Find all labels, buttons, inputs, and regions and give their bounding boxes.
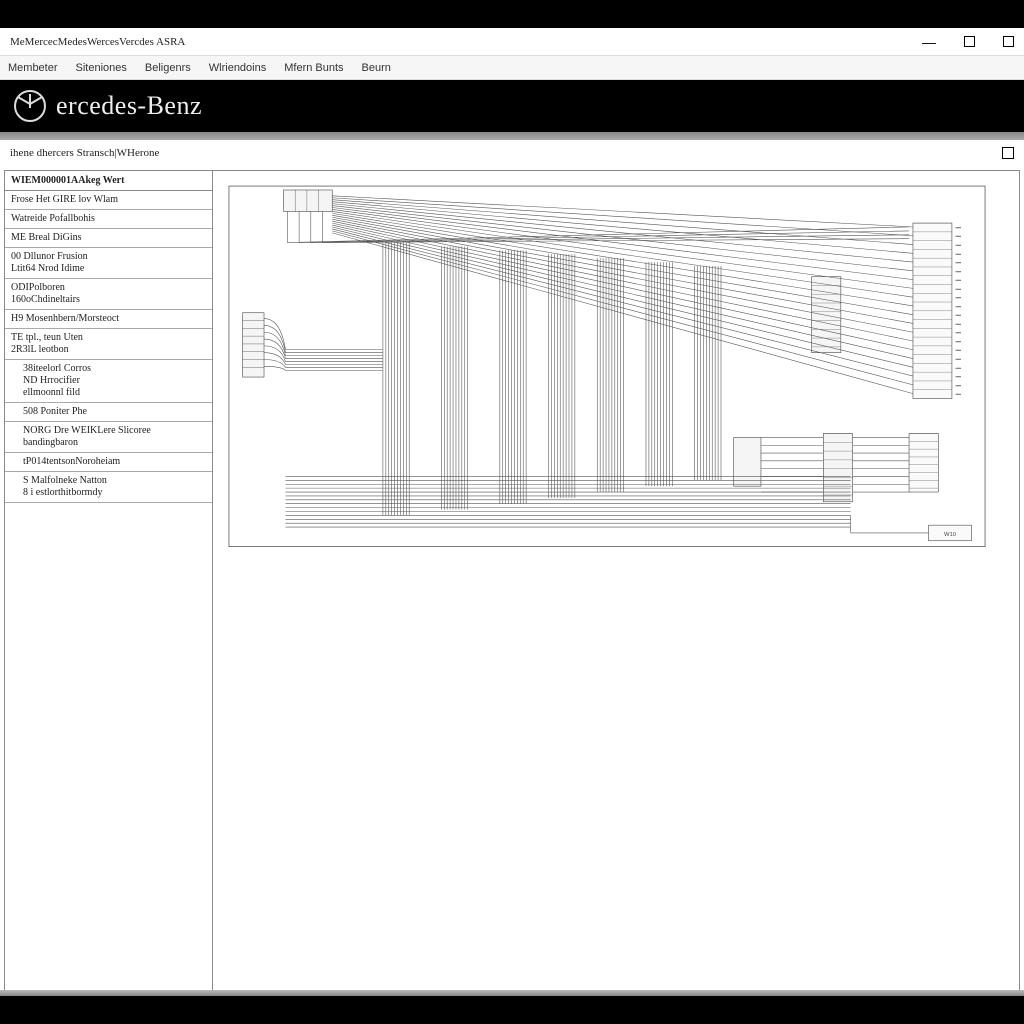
svg-text:—: — [956, 261, 961, 266]
titlebar: MeMercecMedesWercesVercdes ASRA — [0, 28, 1024, 56]
menu-item-2[interactable]: Beligenrs [145, 62, 191, 74]
sidebar: WIEM000001AAkeg Wert Frose Het GIRE lov … [5, 171, 213, 991]
svg-text:—: — [956, 226, 961, 231]
svg-text:W10: W10 [944, 532, 957, 538]
bottom-shadow [0, 990, 1024, 996]
menu-item-0[interactable]: Membeter [8, 62, 58, 74]
menu-item-4[interactable]: Mfern Bunts [284, 62, 343, 74]
app-window: MeMercecMedesWercesVercdes ASRA — Membet… [0, 28, 1024, 996]
sidebar-item-6[interactable]: TE tpl., teun Uten 2R3lL leotbon [5, 329, 212, 360]
svg-text:—: — [956, 243, 961, 248]
svg-text:—: — [956, 357, 961, 362]
menu-item-5[interactable]: Beurn [362, 62, 391, 74]
svg-text:—: — [956, 296, 961, 301]
breadcrumb-bar: ihene dhercers Stransch|WHerone [0, 140, 1024, 166]
close-button[interactable] [1003, 36, 1014, 47]
brand-logo-icon [14, 90, 46, 122]
svg-text:—: — [956, 270, 961, 275]
minimize-button[interactable]: — [922, 35, 936, 49]
window-controls: — [922, 35, 1014, 49]
content-area: WIEM000001AAkeg Wert Frose Het GIRE lov … [4, 170, 1020, 992]
svg-text:—: — [956, 322, 961, 327]
svg-text:—: — [956, 279, 961, 284]
svg-text:—: — [956, 287, 961, 292]
svg-text:—: — [956, 314, 961, 319]
maximize-button[interactable] [964, 36, 975, 47]
svg-text:—: — [956, 331, 961, 336]
menubar: Membeter Siteniones Beligenrs Wlriendoin… [0, 56, 1024, 80]
sidebar-item-2[interactable]: ME Breal DiGins [5, 229, 212, 248]
svg-text:—: — [956, 393, 961, 398]
svg-text:—: — [956, 305, 961, 310]
divider [0, 132, 1024, 140]
window-title: MeMercecMedesWercesVercdes ASRA [10, 36, 185, 48]
sidebar-item-3[interactable]: 00 Dllunor Frusion Ltit64 Nrod Idime [5, 248, 212, 279]
breadcrumb: ihene dhercers Stransch|WHerone [10, 147, 159, 159]
sidebar-item-0[interactable]: Frose Het GIRE lov Wlam [5, 191, 212, 210]
panel-toggle-button[interactable] [1002, 147, 1014, 159]
svg-text:—: — [956, 349, 961, 354]
sidebar-item-10[interactable]: tP014tentsonNoroheiam [5, 453, 212, 472]
sidebar-item-7[interactable]: 38iteelorl Corros ND Hrrocifier ellmoonn… [5, 360, 212, 403]
menu-item-3[interactable]: Wlriendoins [209, 62, 266, 74]
svg-text:—: — [956, 340, 961, 345]
sidebar-item-5[interactable]: H9 Mosenhbern/Morsteoct [5, 310, 212, 329]
sidebar-item-1[interactable]: Watreide Pofallbohis [5, 210, 212, 229]
svg-text:—: — [956, 384, 961, 389]
svg-text:—: — [956, 235, 961, 240]
brand-text: ercedes-Benz [56, 91, 202, 121]
sidebar-item-11[interactable]: S Malfolneke Natton 8 i estlorthitbormdy [5, 472, 212, 503]
brand-bar: ercedes-Benz [0, 80, 1024, 132]
menu-item-1[interactable]: Siteniones [76, 62, 127, 74]
sidebar-item-8[interactable]: 508 Poniter Phe [5, 403, 212, 422]
wiring-diagram: W10 — — — — — — — — — — — — — — — — — — — — [227, 179, 987, 579]
diagram-pane[interactable]: W10 — — — — — — — — — — — — — — — — — — — — [213, 171, 1019, 991]
svg-text:—: — [956, 366, 961, 371]
sidebar-item-9[interactable]: NORG Dre WEIKLere Slicoree bandingbaron [5, 422, 212, 453]
sidebar-item-4[interactable]: ODIPolboren 160oChdineltairs [5, 279, 212, 310]
sidebar-header: WIEM000001AAkeg Wert [5, 171, 212, 191]
svg-text:—: — [956, 252, 961, 257]
svg-text:—: — [956, 375, 961, 380]
